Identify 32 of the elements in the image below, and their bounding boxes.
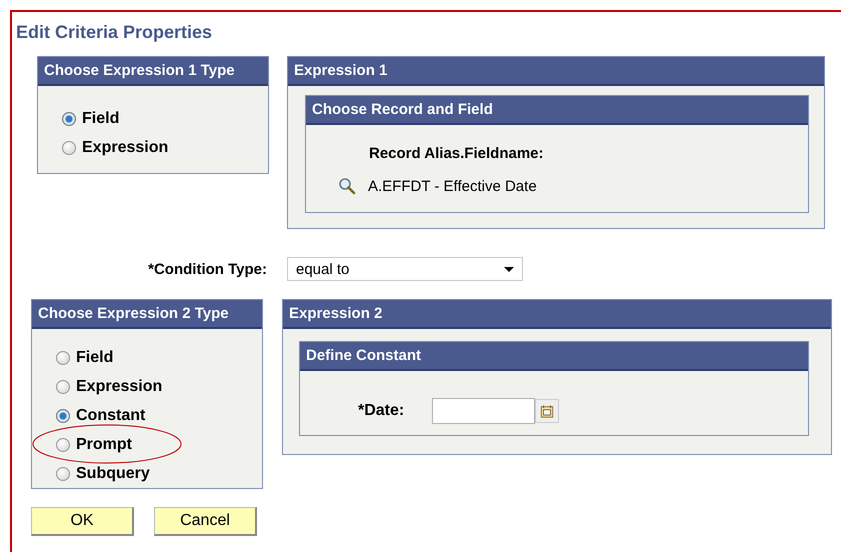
radio-label: Prompt — [76, 436, 132, 454]
radio-button[interactable] — [56, 408, 70, 422]
panel-header: Expression 1 — [288, 57, 824, 86]
calendar-icon[interactable] — [535, 399, 559, 423]
radio-label: Subquery — [76, 464, 150, 482]
condition-dropdown[interactable]: equal to — [287, 257, 523, 281]
field-value: A.EFFDT - Effective Date — [368, 178, 537, 194]
radio-button[interactable] — [56, 380, 70, 394]
panel-header: Expression 2 — [283, 300, 831, 329]
search-icon[interactable] — [338, 177, 356, 195]
panel-header: Choose Expression 1 Type — [38, 57, 268, 86]
radio-button[interactable] — [56, 438, 70, 452]
field-label: *Condition Type: — [147, 260, 267, 278]
caret-icon — [504, 266, 514, 272]
field-label: *Date: — [358, 402, 406, 420]
radio-label: Constant — [76, 406, 146, 424]
radio-button[interactable] — [56, 466, 70, 480]
radio-label: Field — [82, 110, 120, 128]
radio-button[interactable] — [62, 112, 76, 126]
radio-label: Field — [76, 348, 114, 366]
radio-button[interactable] — [62, 140, 76, 154]
date-field[interactable] — [432, 398, 535, 424]
radio-button[interactable] — [56, 350, 70, 364]
panel-header: Define Constant — [300, 342, 808, 371]
ok-button[interactable]: OK — [31, 507, 134, 536]
radio-label: Expression — [76, 378, 162, 396]
panel-header: Choose Record and Field — [306, 96, 808, 125]
cancel-button[interactable]: Cancel — [154, 507, 257, 536]
panel-header: Choose Expression 2 Type — [32, 300, 262, 329]
field-label: Record Alias.Fieldname: — [369, 145, 544, 162]
page-title: Edit Criteria Properties — [16, 22, 214, 44]
radio-label: Expression — [82, 138, 168, 156]
